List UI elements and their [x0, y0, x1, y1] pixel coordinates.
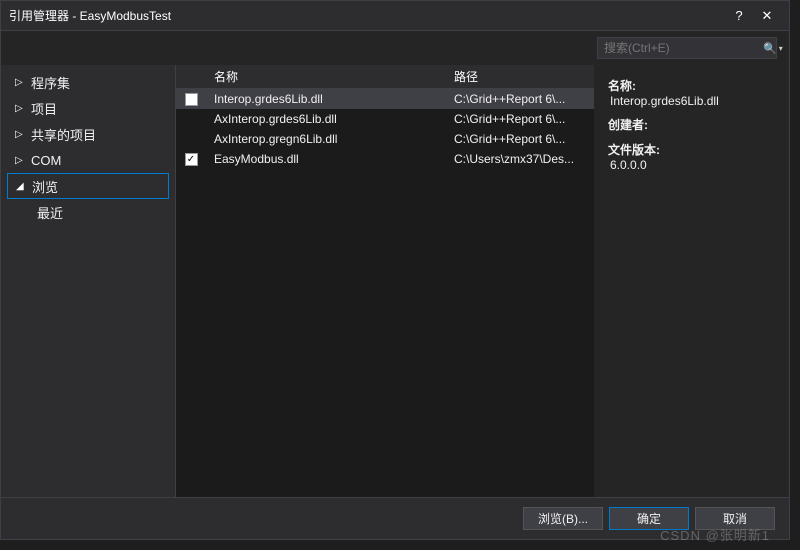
row-name: AxInterop.gregn6Lib.dll [206, 132, 454, 146]
close-button[interactable]: ✕ [753, 5, 781, 27]
reference-list: 名称 路径 Interop.grdes6Lib.dll C:\Grid++Rep… [176, 65, 594, 497]
sidebar-item-shared-projects[interactable]: ▷ 共享的项目 [1, 121, 175, 147]
list-row[interactable]: ✓ EasyModbus.dll C:\Users\zmx37\Des... [176, 149, 594, 169]
sidebar-item-label: 程序集 [31, 73, 70, 92]
row-checkbox-cell [176, 93, 206, 106]
sidebar-item-label: 最近 [37, 203, 63, 222]
col-name-header[interactable]: 名称 [206, 68, 454, 85]
sidebar-item-recent[interactable]: 最近 [1, 199, 175, 225]
cancel-button[interactable]: 取消 [695, 507, 775, 530]
row-checkbox-cell: ✓ [176, 153, 206, 166]
sidebar: ▷ 程序集 ▷ 项目 ▷ 共享的项目 ▷ COM ◢ 浏览 最近 [1, 65, 176, 497]
search-box[interactable]: 🔍 ▾ [597, 37, 777, 59]
sidebar-item-projects[interactable]: ▷ 项目 [1, 95, 175, 121]
chevron-right-icon: ▷ [15, 77, 25, 88]
search-row: 🔍 ▾ [1, 31, 789, 65]
sidebar-item-label: 共享的项目 [31, 125, 96, 144]
row-name: Interop.grdes6Lib.dll [206, 92, 454, 106]
checkbox-checked[interactable]: ✓ [185, 153, 198, 166]
list-row[interactable]: AxInterop.grdes6Lib.dll C:\Grid++Report … [176, 109, 594, 129]
footer: 浏览(B)... 确定 取消 [1, 497, 789, 539]
row-path: C:\Grid++Report 6\... [454, 132, 594, 146]
sidebar-item-label: 浏览 [32, 177, 58, 196]
detail-creator-label: 创建者: [608, 116, 775, 133]
chevron-right-icon: ▷ [15, 129, 25, 140]
help-button[interactable]: ? [725, 5, 753, 27]
browse-button[interactable]: 浏览(B)... [523, 507, 603, 530]
list-row[interactable]: Interop.grdes6Lib.dll C:\Grid++Report 6\… [176, 89, 594, 109]
sidebar-item-browse[interactable]: ◢ 浏览 [7, 173, 169, 199]
detail-version-label: 文件版本: [608, 141, 775, 158]
content: 名称 路径 Interop.grdes6Lib.dll C:\Grid++Rep… [176, 65, 789, 497]
main-area: ▷ 程序集 ▷ 项目 ▷ 共享的项目 ▷ COM ◢ 浏览 最近 名称 路径 Intero… [1, 65, 789, 497]
sidebar-item-assemblies[interactable]: ▷ 程序集 [1, 69, 175, 95]
sidebar-item-label: 项目 [31, 99, 57, 118]
checkbox[interactable] [185, 93, 198, 106]
row-path: C:\Grid++Report 6\... [454, 112, 594, 126]
search-icon[interactable]: 🔍 [763, 42, 777, 55]
details-panel: 名称: Interop.grdes6Lib.dll 创建者: 文件版本: 6.0… [594, 65, 789, 497]
detail-name-label: 名称: [608, 77, 775, 94]
window-title: 引用管理器 - EasyModbusTest [9, 7, 725, 24]
search-dropdown-icon[interactable]: ▾ [779, 44, 783, 53]
chevron-down-icon: ◢ [16, 181, 26, 192]
row-name: EasyModbus.dll [206, 152, 454, 166]
row-path: C:\Users\zmx37\Des... [454, 152, 594, 166]
list-row[interactable]: AxInterop.gregn6Lib.dll C:\Grid++Report … [176, 129, 594, 149]
row-name: AxInterop.grdes6Lib.dll [206, 112, 454, 126]
col-path-header[interactable]: 路径 [454, 68, 594, 85]
detail-version-value: 6.0.0.0 [608, 158, 775, 172]
ok-button[interactable]: 确定 [609, 507, 689, 530]
detail-name-value: Interop.grdes6Lib.dll [608, 94, 775, 108]
titlebar: 引用管理器 - EasyModbusTest ? ✕ [1, 1, 789, 31]
sidebar-item-label: COM [31, 153, 61, 168]
list-header: 名称 路径 [176, 65, 594, 89]
chevron-right-icon: ▷ [15, 103, 25, 114]
search-input[interactable] [604, 41, 759, 55]
reference-manager-dialog: 引用管理器 - EasyModbusTest ? ✕ 🔍 ▾ ▷ 程序集 ▷ 项目 … [0, 0, 790, 540]
sidebar-item-com[interactable]: ▷ COM [1, 147, 175, 173]
row-path: C:\Grid++Report 6\... [454, 92, 594, 106]
chevron-right-icon: ▷ [15, 155, 25, 166]
